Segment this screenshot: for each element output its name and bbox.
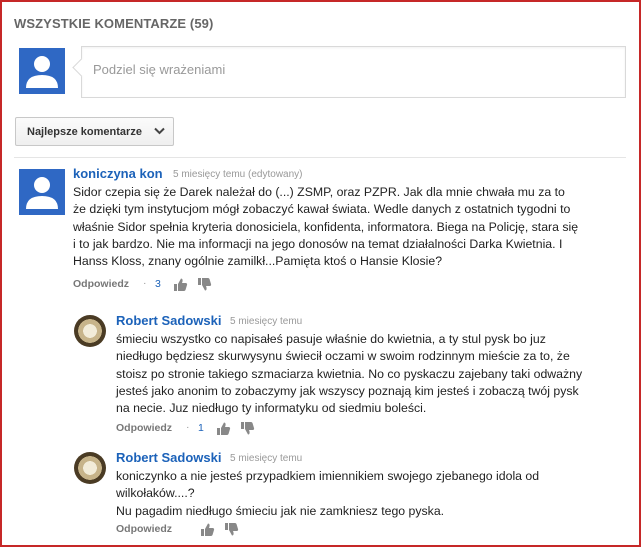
reply-button[interactable]: Odpowiedz xyxy=(116,523,172,535)
comment-author[interactable]: Robert Sadowski xyxy=(116,450,221,465)
chevron-down-icon xyxy=(154,127,165,135)
comment-timestamp[interactable]: 5 miesięcy temu xyxy=(230,316,302,327)
user-avatar-icon xyxy=(19,48,65,94)
comment-timestamp[interactable]: 5 miesięcy temu xyxy=(230,453,302,464)
divider xyxy=(14,157,626,158)
comment-text: koniczynko a nie jesteś przypadkiem imie… xyxy=(116,469,540,518)
sort-label: Najlepsze komentarze xyxy=(27,126,142,138)
like-count: 3 xyxy=(155,278,161,290)
comment-actions: Odpowiedz xyxy=(116,522,316,538)
share-placeholder: Podziel się wrażeniami xyxy=(93,62,226,77)
reply-button[interactable]: Odpowiedz xyxy=(73,278,129,290)
comment-actions: Odpowiedz · 1 xyxy=(116,421,316,437)
like-count: 1 xyxy=(198,422,204,434)
comment-timestamp[interactable]: 5 miesięcy temu (edytowany) xyxy=(173,169,303,180)
thumbs-up-icon[interactable] xyxy=(216,421,231,436)
commenter-avatar-icon[interactable] xyxy=(19,169,65,215)
comments-header: WSZYSTKIE KOMENTARZE (59) xyxy=(14,16,214,31)
thumbs-down-icon[interactable] xyxy=(197,277,212,292)
comment-text: śmieciu wszystko co napisałeś pasuje wła… xyxy=(116,332,583,416)
comments-panel: WSZYSTKIE KOMENTARZE (59) Podziel się wr… xyxy=(0,0,641,547)
thumbs-up-icon[interactable] xyxy=(200,522,215,537)
share-input[interactable]: Podziel się wrażeniami xyxy=(72,46,626,98)
thumbs-up-icon[interactable] xyxy=(173,277,188,292)
comment-text: Sidor czepia się że Darek należał do (..… xyxy=(73,185,579,269)
thumbs-down-icon[interactable] xyxy=(224,522,239,537)
separator-dot: · xyxy=(143,277,147,289)
thumbs-down-icon[interactable] xyxy=(240,421,255,436)
comment-actions: Odpowiedz · 3 xyxy=(73,277,273,293)
commenter-profile-photo[interactable] xyxy=(74,315,106,347)
separator-dot: · xyxy=(186,421,190,433)
reply-button[interactable]: Odpowiedz xyxy=(116,422,172,434)
commenter-profile-photo[interactable] xyxy=(74,452,106,484)
comment-author[interactable]: Robert Sadowski xyxy=(116,313,221,328)
comment-author[interactable]: koniczyna kon xyxy=(73,166,163,181)
sort-comments-button[interactable]: Najlepsze komentarze xyxy=(15,117,174,146)
